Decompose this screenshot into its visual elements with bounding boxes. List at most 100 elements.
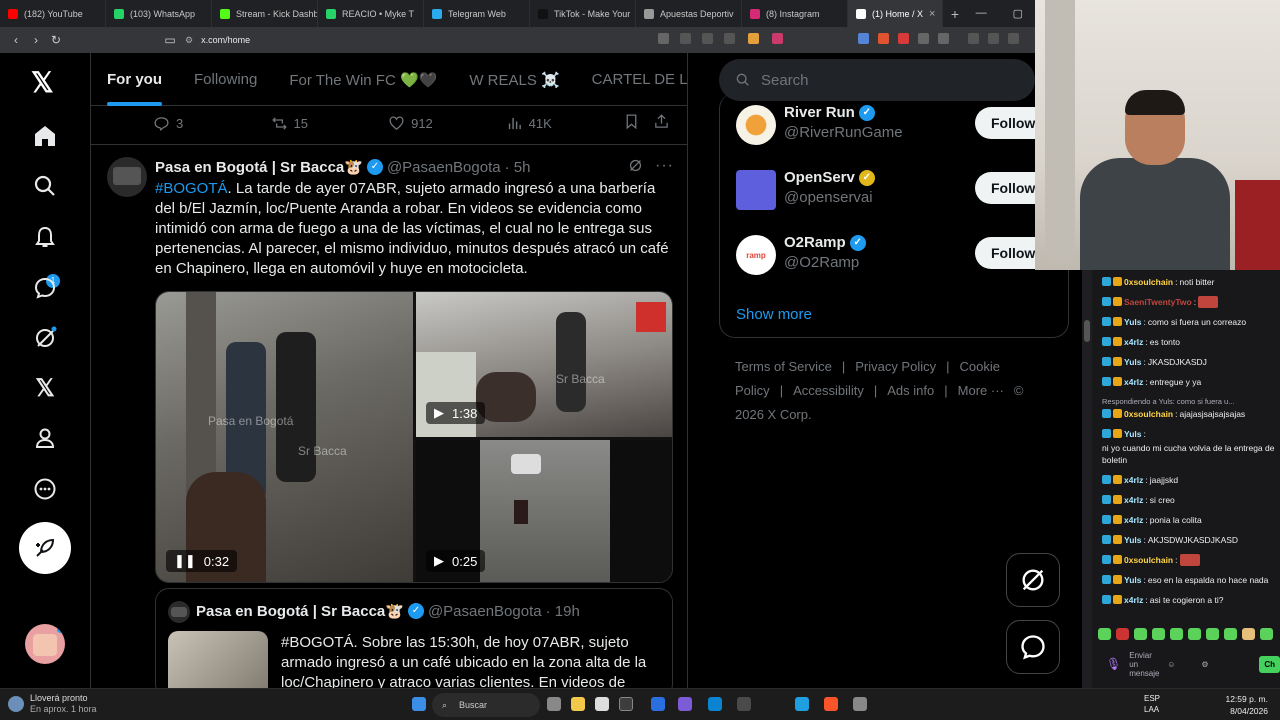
share-button[interactable]: [653, 113, 673, 133]
emote-icon[interactable]: [1134, 628, 1147, 640]
emote-icon[interactable]: [1170, 628, 1183, 640]
compose-post-button[interactable]: [19, 522, 71, 574]
media-thumbnail[interactable]: [168, 631, 268, 688]
settings-icon[interactable]: ⚙: [1201, 660, 1208, 669]
minimize-icon[interactable]: —: [976, 7, 987, 20]
profile-icon[interactable]: [32, 425, 58, 451]
app-icon[interactable]: [678, 697, 692, 711]
video-duration-pill[interactable]: ❚❚ 0:32: [166, 550, 238, 572]
chat-input[interactable]: 🎙 Enviar un mensaje ☺ ⚙ Ch: [1098, 650, 1280, 678]
grok-explain-icon[interactable]: [627, 157, 644, 177]
river-run-logo[interactable]: [736, 105, 776, 145]
views-button[interactable]: 41K: [506, 115, 624, 132]
author-avatar[interactable]: [107, 157, 147, 197]
footer-link[interactable]: Accessibility: [793, 383, 864, 398]
browser-tab[interactable]: Telegram Web: [424, 0, 530, 27]
task-view-icon[interactable]: [547, 697, 561, 711]
emote-icon[interactable]: [1242, 628, 1255, 640]
browser-tab[interactable]: (103) WhatsApp: [106, 0, 212, 27]
follow-suggestion[interactable]: OpenServ ✓ @openservai Follow: [736, 166, 1066, 216]
video-player[interactable]: Sr Bacca ▶ 1:38: [416, 292, 672, 437]
emote-icon[interactable]: [1260, 628, 1273, 640]
timeline-tab[interactable]: CARTEL DE LC: [576, 53, 687, 106]
follow-suggestion[interactable]: River Run ✓ @RiverRunGame Follow: [736, 101, 1066, 151]
zoom-icon[interactable]: [702, 33, 713, 44]
notifications-bell-icon[interactable]: [32, 224, 58, 250]
chat-username[interactable]: Yuls: [1124, 356, 1141, 368]
timeline-tab[interactable]: For you: [91, 53, 178, 106]
more-options-icon[interactable]: ···: [655, 157, 674, 175]
chat-username[interactable]: x4rlz: [1124, 336, 1143, 348]
video-player[interactable]: ▶ 0:25: [416, 440, 672, 582]
chat-username[interactable]: Yuls: [1124, 574, 1141, 586]
share-icon[interactable]: [724, 33, 735, 44]
app-icon[interactable]: [853, 697, 867, 711]
extension-icon[interactable]: [898, 33, 909, 44]
wallet-icon[interactable]: [1008, 33, 1019, 44]
emote-icon[interactable]: [1098, 628, 1111, 640]
bookmark-button[interactable]: [623, 113, 653, 133]
account-name[interactable]: OpenServ ✓: [784, 169, 875, 186]
translate-icon[interactable]: [658, 33, 669, 44]
file-explorer-icon[interactable]: [571, 697, 585, 711]
author-handle[interactable]: @PasaenBogota: [387, 159, 501, 176]
sidebar-toggle-icon[interactable]: [988, 33, 999, 44]
reply-button[interactable]: 3: [153, 115, 271, 132]
follow-suggestion[interactable]: ramp O2Ramp ✓ @O2Ramp Follow: [736, 231, 1066, 281]
chat-username[interactable]: 0xsoulchain: [1124, 554, 1173, 566]
extension-icon[interactable]: [968, 33, 979, 44]
quoted-post[interactable]: Pasa en Bogotá | Sr Bacca🐮 ✓ @PasaenBogo…: [155, 588, 673, 688]
explore-search-icon[interactable]: [32, 173, 58, 199]
windows-start-icon[interactable]: [412, 697, 426, 711]
footer-link[interactable]: Terms of Service: [735, 359, 832, 374]
author-name[interactable]: Pasa en Bogotá | Sr Bacca🐮: [196, 602, 404, 620]
browser-tab[interactable]: Stream - Kick Dashb: [212, 0, 318, 27]
video-duration-pill[interactable]: ▶ 1:38: [426, 402, 486, 424]
extension-icon[interactable]: [878, 33, 889, 44]
chat-username[interactable]: Yuls: [1124, 316, 1141, 328]
back-icon[interactable]: ‹: [6, 33, 26, 47]
brave-rewards-icon[interactable]: [772, 33, 783, 44]
notes-icon[interactable]: [595, 697, 609, 711]
brave-icon[interactable]: [824, 697, 838, 711]
reload-icon[interactable]: ↻: [46, 33, 66, 47]
author-handle[interactable]: @PasaenBogota: [428, 603, 542, 620]
microphone-icon[interactable]: 🎙: [1106, 657, 1121, 671]
timeline-tab[interactable]: For The Win FC 💚🖤: [273, 53, 453, 106]
video-duration-pill[interactable]: ▶ 0:25: [426, 550, 486, 572]
language-indicator[interactable]: ESP LAA: [1144, 693, 1160, 715]
footer-link[interactable]: Privacy Policy: [855, 359, 936, 374]
emote-icon[interactable]: [1116, 628, 1129, 640]
post-time[interactable]: · 5h: [505, 159, 531, 176]
chat-send-button[interactable]: Ch: [1259, 655, 1280, 673]
x-logo-icon[interactable]: 𝕏: [31, 66, 54, 99]
premium-x-icon[interactable]: 𝕏: [32, 375, 58, 402]
extension-icon[interactable]: [858, 33, 869, 44]
chat-username[interactable]: x4rlz: [1124, 474, 1143, 486]
hashtag-link[interactable]: #BOGOTÁ: [155, 180, 228, 197]
chat-username[interactable]: x4rlz: [1124, 594, 1143, 606]
messages-float-button[interactable]: [1006, 620, 1060, 674]
extension-icon[interactable]: [918, 33, 929, 44]
emote-icon[interactable]: [1206, 628, 1219, 640]
chat-username[interactable]: 0xsoulchain: [1124, 276, 1173, 288]
site-settings-icon[interactable]: ⚙: [185, 35, 193, 46]
grok-icon[interactable]: [32, 325, 58, 351]
bookmark-icon[interactable]: ▭: [160, 33, 180, 47]
browser-tab[interactable]: REACIO • Myke T: [318, 0, 424, 27]
author-name[interactable]: Pasa en Bogotá | Sr Bacca🐮: [155, 158, 363, 176]
emote-icon[interactable]: [1188, 628, 1201, 640]
video-player[interactable]: Pasa en Bogotá Sr Bacca ❚❚ 0:32: [156, 292, 413, 582]
new-tab-button[interactable]: +: [943, 6, 967, 22]
browser-tab[interactable]: (1) Home / X ×: [848, 0, 943, 27]
browser-tab[interactable]: (8) Instagram: [742, 0, 848, 27]
app-icon[interactable]: [737, 697, 751, 711]
chat-username[interactable]: x4rlz: [1124, 494, 1143, 506]
chat-scrollbar[interactable]: [1082, 270, 1092, 688]
chat-username[interactable]: Yuls: [1124, 534, 1141, 546]
footer-link[interactable]: More ···: [958, 383, 1004, 398]
emote-icon[interactable]: [1224, 628, 1237, 640]
browser-tab[interactable]: TikTok - Make Your: [530, 0, 636, 27]
close-tab-icon[interactable]: ×: [929, 8, 935, 20]
maximize-icon[interactable]: ▢: [1013, 7, 1023, 20]
